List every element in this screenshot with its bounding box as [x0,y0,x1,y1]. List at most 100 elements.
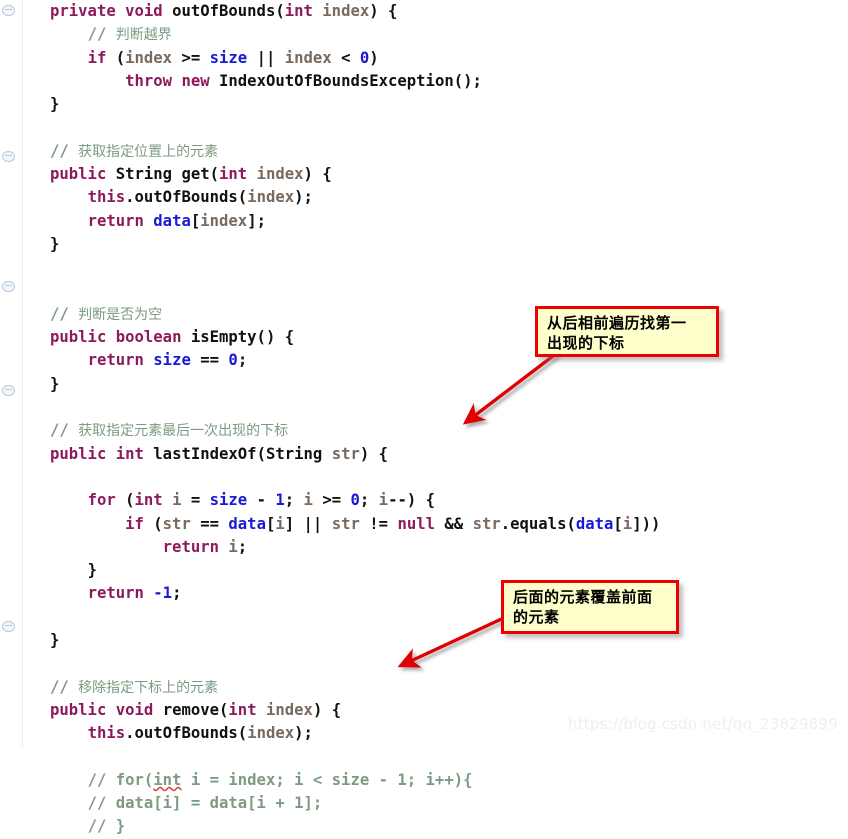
code-token: return [162,537,220,556]
code-line[interactable]: } [0,93,848,116]
code-line[interactable]: public boolean isEmpty() { [0,326,848,349]
code-token: private [50,2,116,20]
code-line[interactable]: } [0,233,848,256]
code-token: index [200,211,248,230]
code-token: return [87,584,144,603]
code-token: ] || [284,514,332,533]
code-token: 获取指定位置上的元素 [78,143,219,160]
code-line[interactable]: // 获取指定元素最后一次出现的下标 [0,419,848,442]
code-token: 判断是否为空 [78,306,163,323]
code-token: == [190,351,229,370]
code-token: null [397,514,435,533]
code-token: size [153,351,191,370]
code-token: } [50,95,60,114]
code-token: .equals( [500,514,576,533]
code-line[interactable]: return data[index]; [0,210,848,233]
code-token: ( [256,444,266,463]
code-token: // [50,421,79,440]
code-token: } [87,561,97,580]
code-token: str [162,514,191,533]
code-token: } [50,234,60,253]
code-line[interactable]: // for(int i = index; i < size - 1; i++)… [0,769,848,792]
code-line[interactable] [0,606,848,629]
code-editor[interactable]: private void outOfBounds(int index) { //… [0,0,848,835]
code-token: >= [172,48,210,67]
code-line[interactable] [0,280,848,303]
code-token: index [284,48,332,67]
code-token: outOfBounds [172,2,276,20]
code-token: lastIndexOf [153,444,257,463]
code-line[interactable]: if (index >= size || index < 0) [0,47,848,70]
code-token: i [275,514,285,533]
code-line[interactable]: } [0,373,848,396]
code-token: ( [115,491,135,510]
code-line[interactable] [0,466,848,489]
code-line[interactable] [0,396,848,419]
code-token: i [228,537,238,556]
code-token: this [87,188,126,207]
code-token: 0 [228,351,238,370]
code-token: IndexOutOfBoundsException(); [219,71,482,90]
code-line[interactable]: for (int i = size - 1; i >= 0; i--) { [0,489,848,512]
code-line[interactable]: // data[i] = data[i + 1]; [0,792,848,815]
code-token: - [247,491,276,510]
code-line[interactable] [0,256,848,279]
code-line[interactable]: return -1; [0,582,848,605]
code-line[interactable]: public String get(int index) { [0,163,848,186]
code-token: data [153,211,191,230]
code-token: index [247,188,295,207]
code-line[interactable] [0,116,848,139]
code-token: ); [294,724,313,743]
code-token: ; [359,491,379,510]
code-token: < [331,48,360,67]
code-token: ; [172,584,182,603]
code-token: 1 [275,491,285,510]
code-token: [ [265,514,276,533]
code-token: ]; [247,211,266,230]
code-line[interactable]: // 移除指定下标上的元素 [0,676,848,699]
code-token: index [265,700,313,719]
code-line[interactable]: } [0,559,848,582]
code-line[interactable] [0,652,848,675]
code-token: ( [219,700,229,719]
code-line[interactable]: return size == 0; [0,349,848,372]
code-token: && [435,514,473,533]
code-token: boolean [115,328,182,347]
code-token: } [50,631,60,650]
code-line[interactable]: private void outOfBounds(int index) { [0,0,848,23]
code-token: >= [312,491,351,510]
code-token: 判断越界 [115,27,172,44]
code-line[interactable]: public int lastIndexOf(String str) { [0,443,848,466]
code-line[interactable]: this.outOfBounds(index); [0,186,848,209]
code-content[interactable]: private void outOfBounds(int index) { //… [0,0,848,839]
code-token: // data[i] = data[i + 1]; [87,794,323,813]
code-line[interactable]: return i; [0,536,848,559]
code-token: index [247,724,295,743]
code-token: // [50,304,79,323]
code-token: index [322,2,370,20]
code-line[interactable]: if (str == data[i] || str != null && str… [0,513,848,536]
code-token: return [87,211,144,230]
code-line[interactable]: throw new IndexOutOfBoundsException(); [0,70,848,93]
code-token: = [181,491,210,510]
code-line[interactable]: // 判断是否为空 [0,303,848,326]
code-line[interactable]: // } [0,815,848,838]
code-line[interactable]: } [0,629,848,652]
code-token: i = index; i < size - 1; i++){ [181,770,473,789]
code-line[interactable]: // 判断越界 [0,23,848,46]
code-line[interactable] [0,746,848,769]
code-token: ( [106,48,126,67]
code-token: ) { [369,2,398,20]
code-token: i [378,491,389,510]
code-line[interactable]: // 获取指定位置上的元素 [0,140,848,163]
code-token: 0 [350,491,360,510]
